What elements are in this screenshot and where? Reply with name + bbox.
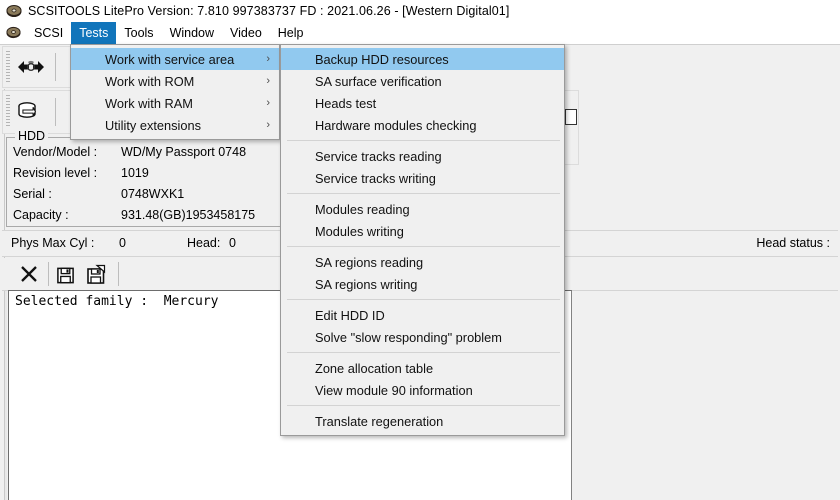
menu-item-label: Utility extensions xyxy=(105,117,202,133)
service-area-submenu: Backup HDD resources SA surface verifica… xyxy=(280,44,565,436)
menu-item-label: Hardware modules checking xyxy=(315,117,477,133)
menu-backup-hdd-resources[interactable]: Backup HDD resources xyxy=(281,48,564,70)
menu-separator xyxy=(287,299,560,300)
drive-with-arrow-icon xyxy=(18,102,36,118)
menu-sa-regions-reading[interactable]: SA regions reading xyxy=(281,251,564,273)
hdd-info-group: HDD Vendor/Model : WD/My Passport 0748 R… xyxy=(6,129,282,227)
menu-separator xyxy=(287,352,560,353)
menu-item-label: SA regions reading xyxy=(315,254,424,270)
menu-item-label: Edit HDD ID xyxy=(315,307,385,323)
menu-bar: SCSI Tests Tools Window Video Help xyxy=(0,22,840,44)
menu-tests[interactable]: Tests xyxy=(71,22,117,44)
menu-item-label: Work with service area xyxy=(105,51,235,67)
menu-edit-hdd-id[interactable]: Edit HDD ID xyxy=(281,304,564,326)
menu-item-label: Service tracks reading xyxy=(315,148,442,164)
menu-tools[interactable]: Tools xyxy=(116,22,161,44)
menu-service-tracks-reading[interactable]: Service tracks reading xyxy=(281,145,564,167)
chevron-right-icon: › xyxy=(266,97,270,109)
menu-item-label: Zone allocation table xyxy=(315,360,434,376)
rescan-bus-button[interactable] xyxy=(13,52,49,82)
chevron-right-icon: › xyxy=(266,75,270,87)
hdd-value-serial: 0748WXK1 xyxy=(121,187,185,201)
menu-item-label: Work with RAM xyxy=(105,95,193,111)
phys-max-cyl-value: 0 xyxy=(119,236,126,250)
menu-item-label: Work with ROM xyxy=(105,73,195,89)
close-x-icon xyxy=(21,266,37,282)
menu-separator xyxy=(287,193,560,194)
menu-sa-regions-writing[interactable]: SA regions writing xyxy=(281,273,564,295)
hdd-value-vendor-model: WD/My Passport 0748 xyxy=(121,145,247,159)
menu-item-label: SA regions writing xyxy=(315,276,418,292)
hdd-value-capacity: 931.48(GB)1953458175 xyxy=(121,208,256,222)
menu-separator xyxy=(287,140,560,141)
toolbar-separator xyxy=(55,53,56,81)
select-drive-button[interactable] xyxy=(13,97,49,127)
hdd-value-revision-level: 1019 xyxy=(121,166,149,180)
toolbar-separator xyxy=(118,262,119,286)
menu-view-module-90-information[interactable]: View module 90 information xyxy=(281,379,564,401)
menu-service-tracks-writing[interactable]: Service tracks writing xyxy=(281,167,564,189)
menu-work-with-service-area[interactable]: Work with service area › xyxy=(71,48,279,70)
menu-modules-writing[interactable]: Modules writing xyxy=(281,220,564,242)
menu-solve-slow-responding-problem[interactable]: Solve "slow responding" problem xyxy=(281,326,564,348)
phys-max-cyl-label: Phys Max Cyl : xyxy=(11,236,95,250)
menu-item-label: View module 90 information xyxy=(315,382,473,398)
hdd-label-revision-level: Revision level : xyxy=(13,166,98,180)
hdd-label-capacity: Capacity : xyxy=(13,208,69,222)
menu-item-label: Modules reading xyxy=(315,201,410,217)
menu-scsi[interactable]: SCSI xyxy=(26,22,71,44)
scrollbar-thumb[interactable] xyxy=(565,109,577,125)
menu-separator xyxy=(287,246,560,247)
toolbar-grip[interactable] xyxy=(6,51,10,83)
menu-separator xyxy=(287,405,560,406)
bidirectional-arrows-icon xyxy=(18,61,44,73)
menu-work-with-ram[interactable]: Work with RAM › xyxy=(71,92,279,114)
clear-log-button[interactable] xyxy=(16,261,42,287)
menu-item-label: Translate regeneration xyxy=(315,413,444,429)
left-inner-rail xyxy=(5,289,7,500)
menu-sa-surface-verification[interactable]: SA surface verification xyxy=(281,70,564,92)
disc-icon xyxy=(6,25,22,41)
menu-heads-test[interactable]: Heads test xyxy=(281,92,564,114)
menu-work-with-rom[interactable]: Work with ROM › xyxy=(71,70,279,92)
menu-hardware-modules-checking[interactable]: Hardware modules checking xyxy=(281,114,564,136)
menu-item-label: Solve "slow responding" problem xyxy=(315,329,502,345)
hdd-group-legend: HDD xyxy=(15,129,49,143)
application-window: SCSITOOLS LitePro Version: 7.810 9973837… xyxy=(0,0,840,500)
menu-utility-extensions[interactable]: Utility extensions › xyxy=(71,114,279,136)
menu-item-label: Service tracks writing xyxy=(315,170,436,186)
menu-help[interactable]: Help xyxy=(270,22,312,44)
hdd-label-vendor-model: Vendor/Model : xyxy=(13,145,98,159)
floppy-save-as-icon xyxy=(87,264,106,284)
save-log-button[interactable] xyxy=(52,262,78,288)
menu-video[interactable]: Video xyxy=(222,22,270,44)
menu-item-label: Heads test xyxy=(315,95,377,111)
upper-pane-scrollbar[interactable] xyxy=(563,90,579,165)
toolbar-separator xyxy=(48,262,49,286)
title-bar: SCSITOOLS LitePro Version: 7.810 9973837… xyxy=(0,0,840,22)
chevron-right-icon: › xyxy=(266,119,270,131)
menu-item-label: Backup HDD resources xyxy=(315,51,449,67)
menu-zone-allocation-table[interactable]: Zone allocation table xyxy=(281,357,564,379)
hdd-label-serial: Serial : xyxy=(13,187,52,201)
save-log-as-button[interactable] xyxy=(82,261,110,289)
toolbar-separator xyxy=(55,98,56,126)
disc-icon xyxy=(6,3,22,19)
head-status-label: Head status : xyxy=(756,236,830,250)
tests-dropdown-menu: Work with service area › Work with ROM ›… xyxy=(70,44,280,140)
floppy-save-icon xyxy=(56,267,74,283)
head-value: 0 xyxy=(229,236,236,250)
menu-modules-reading[interactable]: Modules reading xyxy=(281,198,564,220)
menu-translate-regeneration[interactable]: Translate regeneration xyxy=(281,410,564,432)
menu-item-label: SA surface verification xyxy=(315,73,442,89)
chevron-right-icon: › xyxy=(266,53,270,65)
toolbar-grip[interactable] xyxy=(6,95,10,127)
menu-item-label: Modules writing xyxy=(315,223,404,239)
window-title: SCSITOOLS LitePro Version: 7.810 9973837… xyxy=(28,4,510,18)
head-label: Head: xyxy=(187,236,221,250)
menu-window[interactable]: Window xyxy=(162,22,222,44)
